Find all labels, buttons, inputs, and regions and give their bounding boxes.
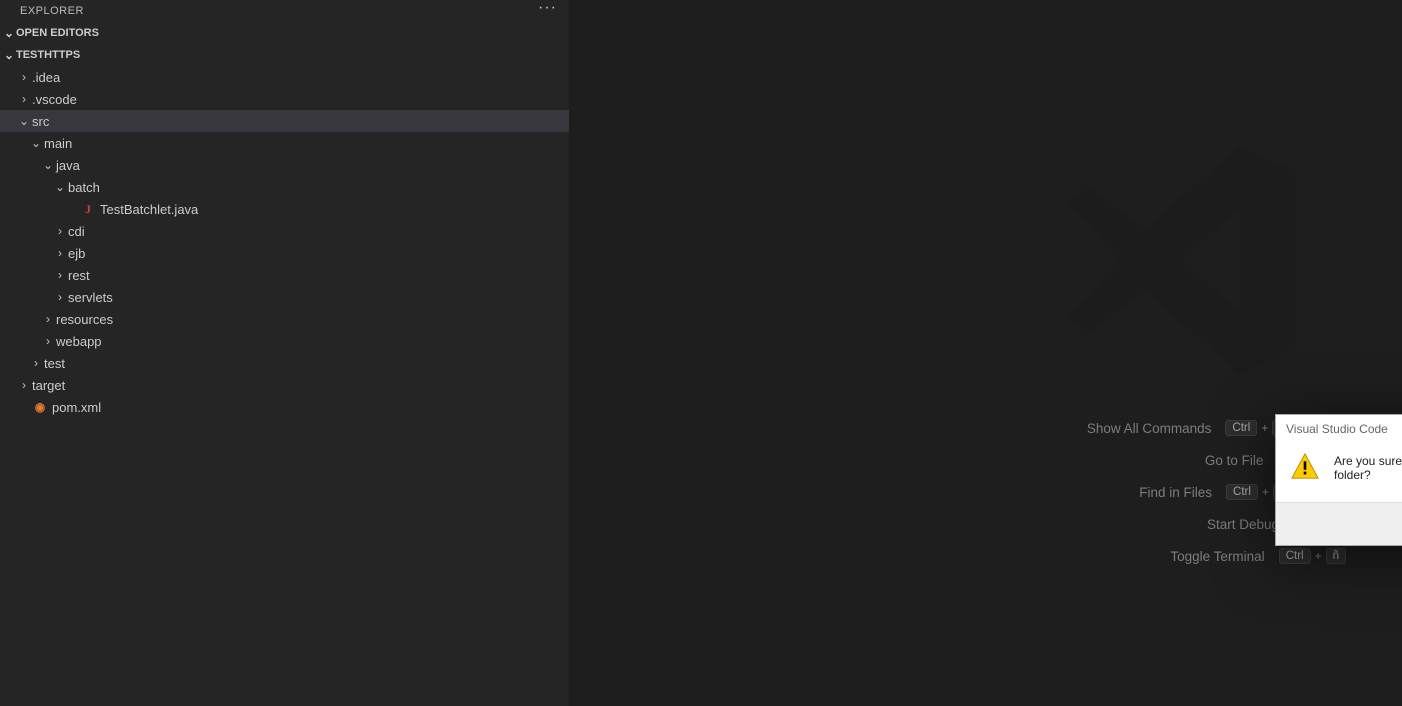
tree-item-label: pom.xml [52,400,101,415]
tree-folder[interactable]: ⌄src [0,110,569,132]
tree-item-label: target [32,378,65,393]
dialog-title: Visual Studio Code [1286,422,1388,436]
tree-item-label: test [44,356,65,371]
dialog-message: Are you sure that you want to override a… [1334,454,1402,482]
chevron-down-icon: ⌄ [28,136,44,150]
tree-item-label: ejb [68,246,85,261]
chevron-right-icon: › [52,268,68,282]
chevron-right-icon: › [28,356,44,370]
shortcut-keys: Ctrl + ñ [1279,548,1346,564]
tree-item-label: src [32,114,49,129]
keycap: Ctrl [1226,484,1258,500]
xml-icon: ◉ [32,400,48,414]
chevron-down-icon: ⌄ [16,114,32,128]
keycap: Ctrl [1279,548,1311,564]
tree-item-label: rest [68,268,90,283]
plus-separator: + [1261,421,1268,435]
tree-folder[interactable]: ›resources [0,308,569,330]
shortcut-label: Show All Commands [1087,421,1212,436]
shortcut-row: Toggle Terminal Ctrl + ñ [1087,548,1346,564]
tree-item-label: servlets [68,290,113,305]
tree-folder[interactable]: ⌄main [0,132,569,154]
chevron-right-icon: › [52,246,68,260]
tree-item-label: .idea [32,70,60,85]
vscode-logo-watermark [1052,130,1312,393]
tree-folder[interactable]: ›target [0,374,569,396]
chevron-right-icon: › [40,334,56,348]
plus-separator: + [1315,549,1322,563]
tree-folder[interactable]: ⌄java [0,154,569,176]
tree-item-label: batch [68,180,100,195]
chevron-right-icon: › [16,70,32,84]
tree-item-label: java [56,158,80,173]
chevron-down-icon: ⌄ [2,48,16,62]
open-editors-label: OPEN EDITORS [16,27,99,39]
chevron-right-icon: › [52,290,68,304]
chevron-right-icon: › [16,378,32,392]
tree-item-label: main [44,136,72,151]
chevron-right-icon: › [40,312,56,326]
warning-icon [1290,451,1320,484]
shortcut-label: Toggle Terminal [1170,549,1264,564]
tree-item-label: TestBatchlet.java [100,202,198,217]
keycap: ñ [1326,548,1346,564]
java-icon: J [80,202,96,217]
more-actions-icon[interactable]: ··· [538,0,557,22]
explorer-header: EXPLORER ··· [0,0,569,22]
chevron-down-icon: ⌄ [40,158,56,172]
tree-folder[interactable]: ›servlets [0,286,569,308]
explorer-panel: EXPLORER ··· ⌄ OPEN EDITORS ⌄ TESTHTTPS … [0,0,570,706]
tree-folder[interactable]: ›.vscode [0,88,569,110]
tree-folder[interactable]: ›cdi [0,220,569,242]
tree-folder[interactable]: ›.idea [0,66,569,88]
tree-file[interactable]: ◉ pom.xml [0,396,569,418]
file-tree: ›.idea›.vscode⌄src⌄main⌄java⌄batchJTestB… [0,66,569,418]
chevron-right-icon: › [52,224,68,238]
tree-folder[interactable]: ›rest [0,264,569,286]
keycap: Ctrl [1225,420,1257,436]
dialog-shadow: Visual Studio Code ✕ Are you sure that y… [1275,414,1402,546]
dialog-buttons: Yes Cancel [1276,502,1402,545]
tree-item-label: resources [56,312,113,327]
dialog-body: Are you sure that you want to override a… [1276,443,1402,502]
chevron-down-icon: ⌄ [52,180,68,194]
tree-folder[interactable]: ›webapp [0,330,569,352]
tree-folder[interactable]: ⌄batch [0,176,569,198]
chevron-down-icon: ⌄ [2,26,16,40]
shortcut-label: Find in Files [1139,485,1212,500]
tree-item-label: webapp [56,334,102,349]
confirm-dialog: Visual Studio Code ✕ Are you sure that y… [1275,414,1402,546]
project-section[interactable]: ⌄ TESTHTTPS [0,44,569,66]
tree-folder[interactable]: ›ejb [0,242,569,264]
dialog-titlebar: Visual Studio Code ✕ [1276,415,1402,443]
open-editors-section[interactable]: ⌄ OPEN EDITORS [0,22,569,44]
tree-item-label: .vscode [32,92,77,107]
app-root: EXPLORER ··· ⌄ OPEN EDITORS ⌄ TESTHTTPS … [0,0,1402,706]
tree-file[interactable]: J TestBatchlet.java [0,198,569,220]
project-label: TESTHTTPS [16,49,80,61]
tree-folder[interactable]: ›test [0,352,569,374]
shortcut-label: Go to File [1205,453,1264,468]
editor-area: Show All CommandsCtrl+Shift+PGo to FileC… [570,0,1402,706]
chevron-right-icon: › [16,92,32,106]
plus-separator: + [1262,485,1269,499]
explorer-title: EXPLORER [20,5,84,17]
tree-item-label: cdi [68,224,85,239]
